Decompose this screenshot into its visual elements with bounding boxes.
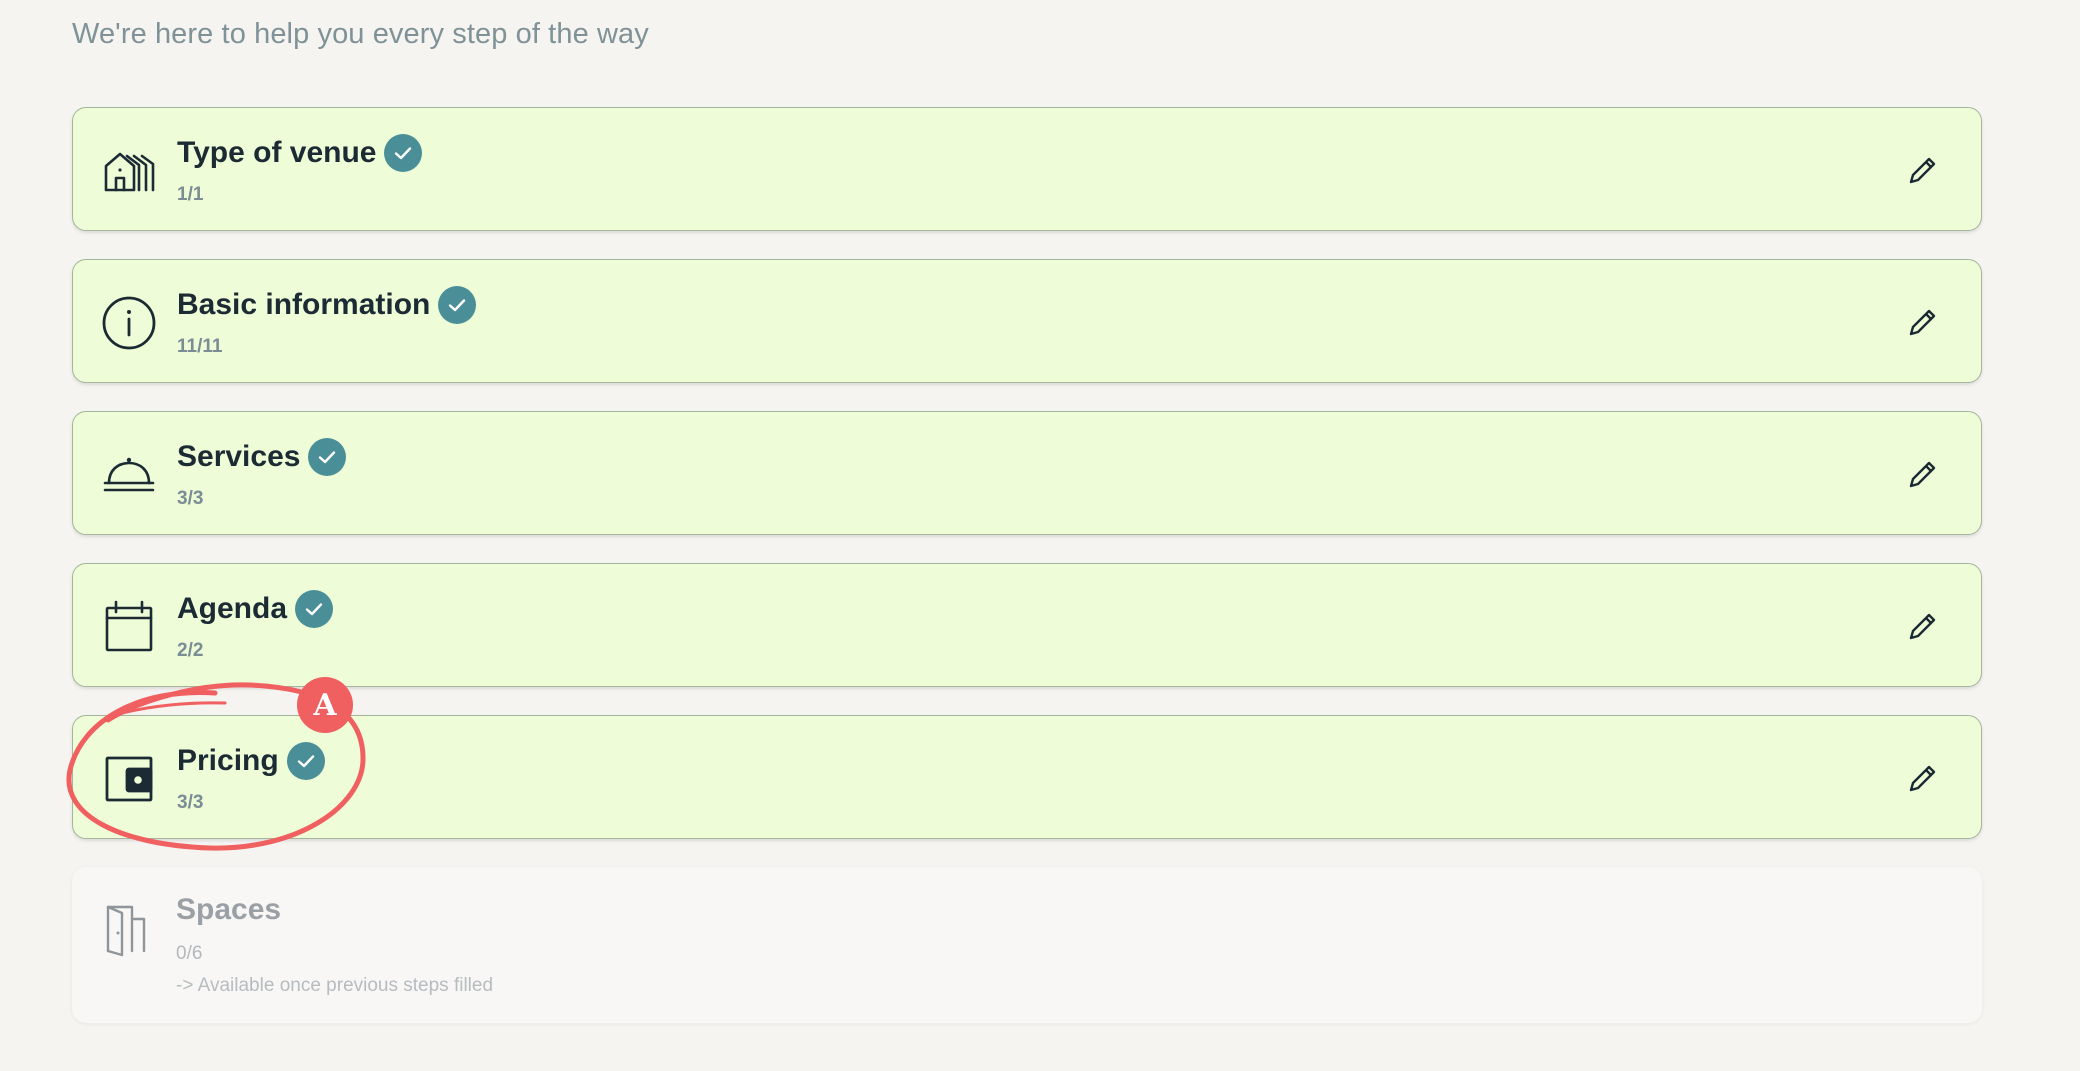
step-card-basic-information[interactable]: Basic information 11/11 — [72, 259, 1982, 383]
edit-button[interactable] — [1905, 152, 1941, 188]
info-icon — [101, 294, 157, 350]
step-progress: 3/3 — [177, 792, 204, 813]
step-card-agenda[interactable]: Agenda 2/2 — [72, 563, 1982, 687]
step-progress: 11/11 — [177, 336, 223, 357]
step-card-pricing[interactable]: Pricing 3/3 — [72, 715, 1982, 839]
check-icon — [286, 742, 325, 780]
step-title: Agenda — [177, 592, 288, 625]
step-title: Services — [177, 440, 301, 473]
step-card-services[interactable]: Services 3/3 — [72, 411, 1982, 535]
annotation-marker: A — [297, 677, 353, 733]
door-icon — [100, 901, 156, 957]
edit-button[interactable] — [1905, 304, 1941, 340]
steps-list: Type of venue 1/1 Basic information 11/1… — [72, 107, 1982, 1051]
wallet-icon — [101, 750, 157, 806]
step-title: Pricing — [177, 744, 279, 777]
step-progress: 3/3 — [177, 488, 204, 509]
calendar-icon — [101, 598, 157, 654]
page-subtitle: We're here to help you every step of the… — [72, 18, 649, 50]
check-icon — [295, 590, 334, 628]
step-progress: 2/2 — [177, 640, 204, 661]
step-title: Type of venue — [177, 136, 377, 169]
step-progress: 0/6 — [176, 943, 203, 964]
edit-button[interactable] — [1905, 608, 1941, 644]
check-icon — [438, 286, 477, 324]
edit-button[interactable] — [1905, 760, 1941, 796]
check-icon — [308, 438, 347, 476]
step-progress: 1/1 — [177, 184, 204, 205]
edit-button[interactable] — [1905, 456, 1941, 492]
step-card-spaces: Spaces 0/6 -> Available once previous st… — [72, 867, 1982, 1023]
step-locked-note: -> Available once previous steps filled — [176, 975, 494, 996]
houses-icon — [101, 142, 157, 198]
cloche-icon — [101, 446, 157, 502]
step-title: Spaces — [176, 893, 282, 926]
step-card-type-of-venue[interactable]: Type of venue 1/1 — [72, 107, 1982, 231]
check-icon — [384, 134, 423, 172]
step-title: Basic information — [177, 288, 431, 321]
